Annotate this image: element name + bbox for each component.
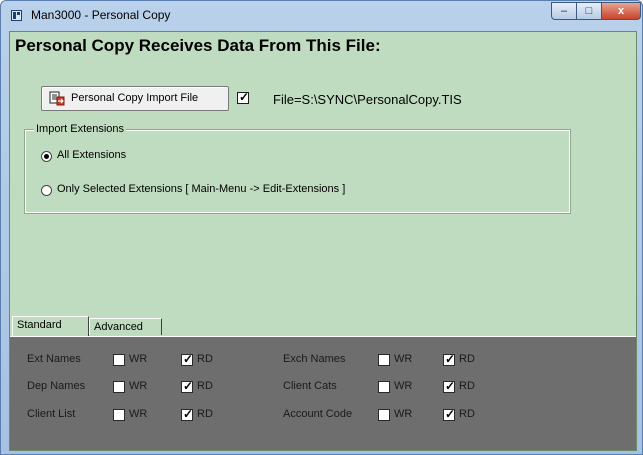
tab-strip: Standard Advanced — [10, 316, 636, 336]
personal-copy-import-button[interactable]: Personal Copy Import File — [41, 86, 229, 111]
wr-label: WR — [129, 380, 148, 392]
check-icon: ✓ — [445, 352, 456, 366]
exch-names-rd-checkbox[interactable]: ✓ — [443, 352, 456, 366]
check-icon: ✓ — [445, 407, 456, 421]
radio-all-extensions[interactable] — [41, 151, 52, 162]
import-button-label: Personal Copy Import File — [71, 92, 199, 104]
import-extensions-group: Import Extensions All Extensions Only Se… — [24, 123, 571, 214]
perm-label-ext-names: Ext Names — [27, 353, 81, 365]
title-bar[interactable]: Man3000 - Personal Copy – □ x — [1, 1, 642, 31]
check-icon: ✓ — [183, 352, 194, 366]
wr-label: WR — [129, 353, 148, 365]
account-code-rd-checkbox[interactable]: ✓ — [443, 407, 456, 421]
page-title: Personal Copy Receives Data From This Fi… — [15, 36, 381, 55]
client-area: Personal Copy Receives Data From This Fi… — [9, 31, 637, 451]
check-icon: ✓ — [183, 379, 194, 393]
rd-label: RD — [197, 408, 213, 420]
app-window: Man3000 - Personal Copy – □ x Personal C… — [0, 0, 643, 455]
standard-tab-panel: Ext Names WR ✓ RD Exch Names WR ✓ RD Dep… — [10, 336, 636, 450]
tab-standard[interactable]: Standard — [12, 316, 89, 336]
check-icon: ✓ — [183, 407, 194, 421]
exch-names-wr-checkbox[interactable] — [378, 354, 390, 366]
wr-label: WR — [394, 408, 413, 420]
app-icon[interactable] — [11, 10, 22, 21]
client-list-wr-checkbox[interactable] — [113, 409, 125, 421]
client-cats-wr-checkbox[interactable] — [378, 381, 390, 393]
dep-names-rd-checkbox[interactable]: ✓ — [181, 379, 194, 393]
import-file-checkbox[interactable]: ✓ — [237, 90, 250, 104]
minimize-button[interactable]: – — [551, 2, 577, 20]
ext-names-rd-checkbox[interactable]: ✓ — [181, 352, 194, 366]
maximize-button[interactable]: □ — [576, 2, 602, 20]
dep-names-wr-checkbox[interactable] — [113, 381, 125, 393]
rd-label: RD — [459, 380, 475, 392]
wr-label: WR — [394, 380, 413, 392]
tab-advanced[interactable]: Advanced — [89, 318, 162, 335]
radio-selected-extensions-label[interactable]: Only Selected Extensions [ Main-Menu -> … — [57, 183, 345, 195]
radio-selected-dot — [44, 154, 49, 159]
group-legend: Import Extensions — [34, 123, 127, 135]
ext-names-wr-checkbox[interactable] — [113, 354, 125, 366]
close-button[interactable]: x — [601, 2, 641, 20]
perm-label-exch-names: Exch Names — [283, 353, 346, 365]
check-icon: ✓ — [239, 90, 250, 104]
check-icon: ✓ — [445, 379, 456, 393]
perm-label-client-cats: Client Cats — [283, 380, 337, 392]
client-list-rd-checkbox[interactable]: ✓ — [181, 407, 194, 421]
perm-label-dep-names: Dep Names — [27, 380, 86, 392]
client-cats-rd-checkbox[interactable]: ✓ — [443, 379, 456, 393]
perm-label-client-list: Client List — [27, 408, 76, 420]
file-path-label: File=S:\SYNC\PersonalCopy.TIS — [273, 92, 462, 107]
wr-label: WR — [129, 408, 148, 420]
rd-label: RD — [197, 380, 213, 392]
window-title: Man3000 - Personal Copy — [31, 8, 171, 22]
radio-all-extensions-label[interactable]: All Extensions — [57, 149, 126, 161]
rd-label: RD — [459, 408, 475, 420]
radio-selected-extensions[interactable] — [41, 185, 52, 196]
wr-label: WR — [394, 353, 413, 365]
perm-label-account-code: Account Code — [283, 408, 353, 420]
import-file-icon — [49, 91, 65, 106]
rd-label: RD — [197, 353, 213, 365]
account-code-wr-checkbox[interactable] — [378, 409, 390, 421]
rd-label: RD — [459, 353, 475, 365]
